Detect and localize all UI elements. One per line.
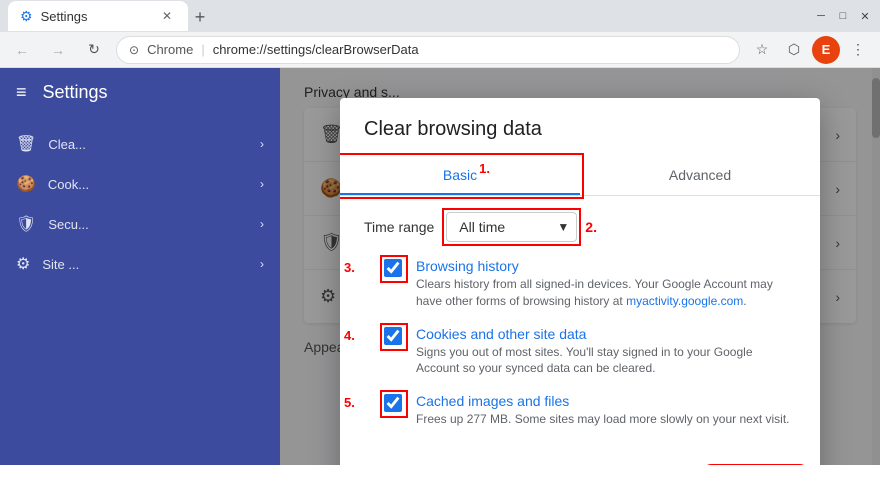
modal-tabs: Basic 1. Advanced (340, 157, 820, 196)
content-area: Privacy and s... 🗑 Clea... Clea... › 🍪 C… (280, 68, 880, 465)
profile-button[interactable]: E (812, 36, 840, 64)
modal-overlay: Clear browsing data Basic 1. Advanced Ti… (280, 68, 880, 465)
cached-images-checkbox[interactable] (384, 394, 402, 412)
url-site-label: Chrome (147, 42, 193, 57)
tab-basic[interactable]: Basic 1. (340, 157, 580, 195)
chevron-right-icon: › (260, 137, 264, 151)
menu-icon[interactable]: ≡ (16, 82, 27, 103)
sidebar-item-label: Secu... (48, 217, 88, 232)
settings-tab[interactable]: ⚙ Settings ✕ (8, 1, 188, 31)
address-bar: ← → ↻ ⊙ Chrome | chrome://settings/clear… (0, 32, 880, 68)
sidebar-item-site-settings[interactable]: ⚙ Site ... › (0, 244, 280, 284)
trash-icon: 🗑 (16, 134, 36, 154)
extensions-button[interactable]: ⬡ (780, 36, 808, 64)
sidebar-content: 🗑 Clea... › 🍪 Cook... › 🛡 Secu... › ⚙ Si… (0, 116, 280, 465)
tab-strip: ⚙ Settings ✕ + (8, 1, 212, 31)
cookies-label: Cookies and other site data (416, 326, 796, 342)
cached-images-row: 5. Cached images and files Frees up 277 … (364, 393, 796, 428)
cached-images-text: Cached images and files Frees up 277 MB.… (416, 393, 796, 428)
privacy-section: 🗑 Clea... › 🍪 Cook... › 🛡 Secu... › ⚙ Si… (0, 116, 280, 292)
url-bar[interactable]: ⊙ Chrome | chrome://settings/clearBrowse… (116, 36, 740, 64)
browsing-history-label: Browsing history (416, 258, 796, 274)
cookies-checkbox-wrap[interactable] (384, 327, 404, 347)
annotation-2: 2. (585, 219, 597, 235)
chevron-right-icon: › (260, 217, 264, 231)
title-bar-left: ⚙ Settings ✕ + (8, 1, 212, 31)
maximize-button[interactable]: □ (836, 9, 850, 23)
annotation-1: 1. (479, 161, 490, 176)
sidebar-item-security[interactable]: 🛡 Secu... › (0, 204, 280, 244)
sidebar-item-cookies[interactable]: 🍪 Cook... › (0, 164, 280, 204)
reload-button[interactable]: ↻ (80, 36, 108, 64)
sidebar-item-label: Site ... (42, 257, 79, 272)
cached-images-desc: Frees up 277 MB. Some sites may load mor… (416, 411, 796, 428)
sidebar-item-label: Clea... (48, 137, 86, 152)
title-bar: ⚙ Settings ✕ + ─ □ ✕ (0, 0, 880, 32)
sidebar-item-label: Cook... (48, 177, 89, 192)
sidebar: ≡ Settings 🗑 Clea... › 🍪 Cook... › 🛡 Sec… (0, 68, 280, 465)
url-divider: | (201, 42, 204, 57)
clear-browsing-data-modal: Clear browsing data Basic 1. Advanced Ti… (340, 98, 820, 465)
sidebar-header: ≡ Settings (0, 68, 280, 116)
cached-images-checkbox-wrap[interactable] (384, 394, 404, 414)
tab-favicon: ⚙ (20, 8, 33, 25)
time-range-select[interactable]: All time Last hour Last 24 hours Last 7 … (446, 212, 577, 242)
cached-images-label: Cached images and files (416, 393, 796, 409)
cookies-row: 4. Cookies and other site data Signs you… (364, 326, 796, 378)
back-button[interactable]: ← (8, 36, 36, 64)
annotation-4: 4. (344, 328, 355, 343)
myactivity-link[interactable]: myactivity.google.com (626, 294, 743, 308)
browsing-history-desc: Clears history from all signed-in device… (416, 276, 796, 310)
window-controls: ─ □ ✕ (814, 9, 872, 23)
time-range-row: Time range All time Last hour Last 24 ho… (364, 212, 796, 242)
modal-title: Clear browsing data (340, 98, 820, 141)
more-button[interactable]: ⋮ (844, 36, 872, 64)
browsing-history-row: 3. Browsing history Clears history from … (364, 258, 796, 310)
gear-icon: ⚙ (16, 254, 30, 274)
browsing-history-checkbox[interactable] (384, 259, 402, 277)
browsing-history-text: Browsing history Clears history from all… (416, 258, 796, 310)
cookies-desc: Signs you out of most sites. You'll stay… (416, 344, 796, 378)
time-range-select-wrapper[interactable]: All time Last hour Last 24 hours Last 7 … (446, 212, 577, 242)
main-area: ≡ Settings 🗑 Clea... › 🍪 Cook... › 🛡 Sec… (0, 68, 880, 465)
browsing-history-checkbox-wrap[interactable] (384, 259, 404, 279)
modal-footer: 6. Cancel Clear data (340, 460, 820, 465)
cookie-icon: 🍪 (16, 174, 36, 194)
annotation-5: 5. (344, 395, 355, 410)
url-text: chrome://settings/clearBrowserData (213, 42, 727, 57)
forward-button[interactable]: → (44, 36, 72, 64)
shield-icon: 🛡 (16, 214, 36, 234)
tab-close-button[interactable]: ✕ (158, 7, 176, 25)
cookies-checkbox[interactable] (384, 327, 402, 345)
sidebar-item-clear[interactable]: 🗑 Clea... › (0, 124, 280, 164)
toolbar-right: ☆ ⬡ E ⋮ (748, 36, 872, 64)
url-favicon-icon: ⊙ (129, 43, 139, 57)
bookmark-button[interactable]: ☆ (748, 36, 776, 64)
tab-title: Settings (41, 9, 88, 24)
annotation-3: 3. (344, 260, 355, 275)
modal-body: Time range All time Last hour Last 24 ho… (340, 196, 820, 460)
sidebar-title: Settings (43, 82, 108, 103)
close-button[interactable]: ✕ (858, 9, 872, 23)
new-tab-button[interactable]: + (188, 5, 212, 29)
minimize-button[interactable]: ─ (814, 9, 828, 23)
chevron-right-icon: › (260, 257, 264, 271)
cookies-text: Cookies and other site data Signs you ou… (416, 326, 796, 378)
time-range-label: Time range (364, 219, 434, 235)
tab-advanced[interactable]: Advanced (580, 157, 820, 195)
chevron-right-icon: › (260, 177, 264, 191)
